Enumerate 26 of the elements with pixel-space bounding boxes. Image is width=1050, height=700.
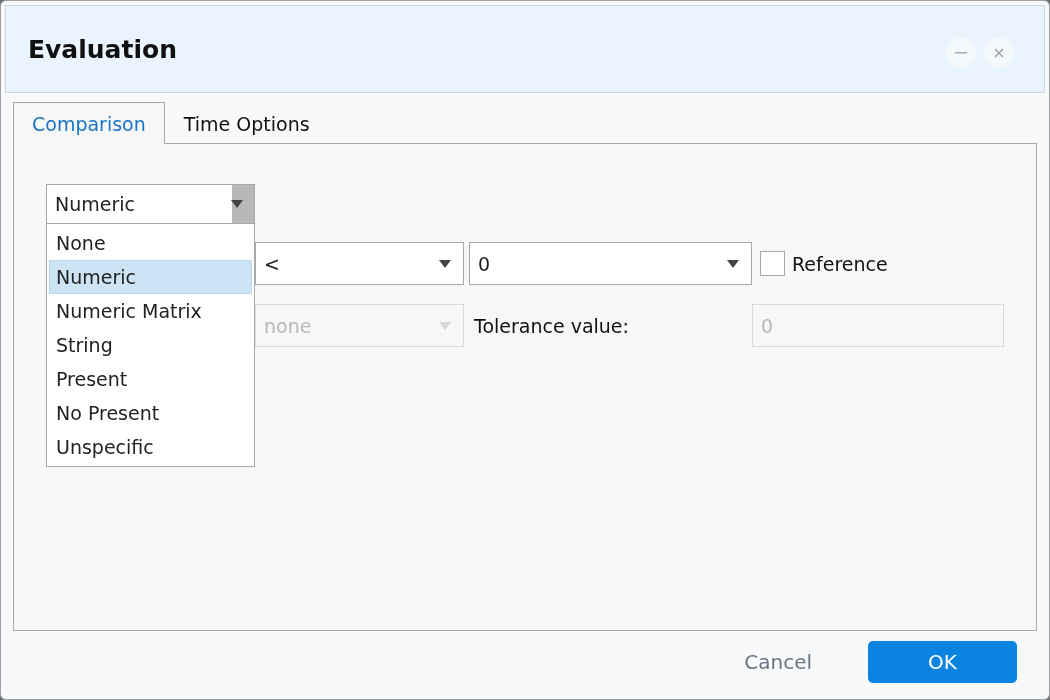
close-button[interactable]: [984, 38, 1014, 68]
value-dropdown[interactable]: 0: [469, 242, 752, 285]
reference-label: Reference: [792, 252, 888, 275]
reference-checkbox[interactable]: [760, 251, 785, 276]
dropdown-option[interactable]: No Present: [49, 396, 252, 430]
minimize-button[interactable]: [946, 38, 976, 68]
cancel-button[interactable]: Cancel: [738, 641, 818, 683]
dropdown-option[interactable]: Present: [49, 362, 252, 396]
dropdown-option[interactable]: None: [49, 226, 252, 260]
caret-icon: [439, 321, 451, 330]
tab[interactable]: Comparison: [13, 102, 165, 144]
ok-button[interactable]: OK: [868, 641, 1017, 683]
caret-icon: [727, 259, 739, 268]
operator-dropdown[interactable]: <: [255, 242, 464, 285]
close-icon: [994, 48, 1004, 58]
caret-icon: [439, 259, 451, 268]
type-dropdown[interactable]: Numeric: [46, 184, 255, 224]
dropdown-option[interactable]: Numeric: [49, 260, 252, 294]
caret-icon: [231, 200, 243, 208]
dropdown-option[interactable]: String: [49, 328, 252, 362]
tolerance-label: Tolerance value:: [474, 314, 629, 337]
tab[interactable]: Time Options: [164, 103, 329, 143]
minimize-icon: [955, 52, 967, 54]
dropdown-option[interactable]: Unspecific: [49, 430, 252, 464]
window-title: Evaluation: [28, 34, 177, 64]
dropdown-option[interactable]: Numeric Matrix: [49, 294, 252, 328]
